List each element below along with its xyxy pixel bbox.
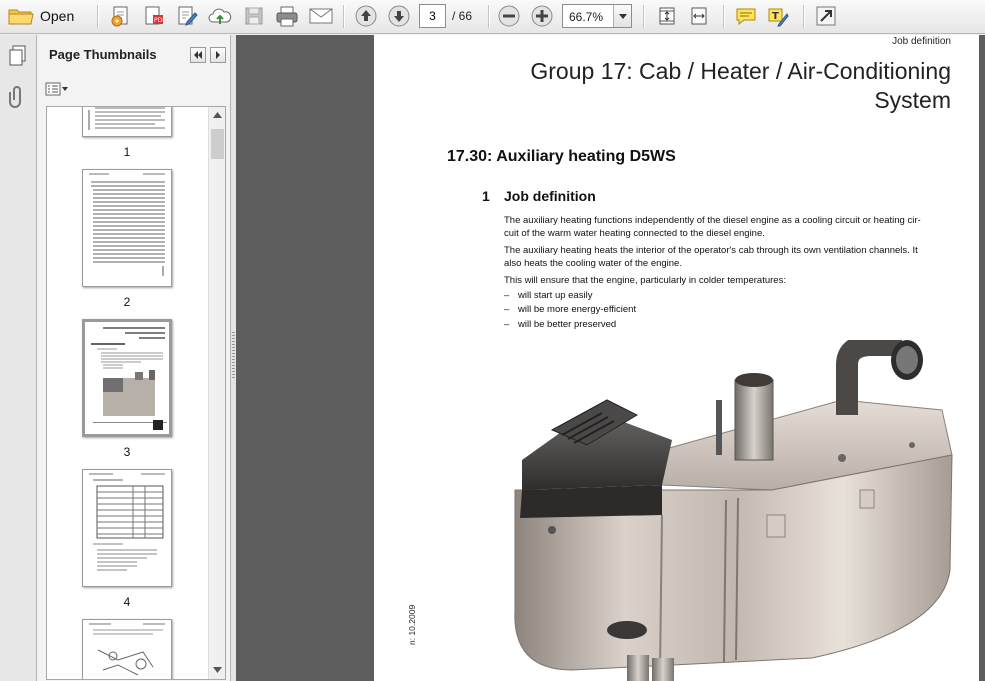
page-number-input[interactable]	[419, 4, 446, 28]
edit-document-icon	[176, 5, 198, 27]
zoom-in-button[interactable]	[529, 4, 555, 28]
expand-panel-button[interactable]	[210, 47, 226, 63]
previous-page-button[interactable]	[353, 4, 379, 28]
thumbnail-page-5[interactable]	[82, 619, 172, 679]
cloud-upload-icon	[208, 5, 232, 27]
fit-page-icon	[656, 5, 678, 27]
page-thumbnails-icon[interactable]	[8, 45, 28, 72]
thumbnail-number: 4	[123, 595, 131, 609]
arrow-down-icon	[388, 5, 410, 27]
envelope-icon	[309, 7, 333, 25]
next-page-button[interactable]	[386, 4, 412, 28]
speech-bubble-icon	[735, 6, 757, 26]
save-icon	[244, 6, 264, 26]
create-pdf-button[interactable]	[108, 4, 134, 28]
paragraph-line: The auxiliary heating heats the interior…	[504, 245, 918, 256]
section-title: 17.30: Auxiliary heating D5WS	[447, 148, 676, 165]
export-pdf-button[interactable]: PDF	[141, 4, 167, 28]
highlight-button[interactable]: T	[765, 4, 791, 28]
document-viewer[interactable]: Job definition Group 17: Cab / Heater / …	[236, 35, 985, 681]
scroll-thumb[interactable]	[211, 129, 224, 159]
arrow-up-icon	[355, 5, 377, 27]
pdf-export-icon: PDF	[143, 5, 165, 27]
open-button[interactable]: Open	[8, 4, 86, 28]
svg-text:T: T	[772, 11, 779, 22]
paragraph-2: The auxiliary heating heats the interior…	[504, 245, 954, 270]
thumbnail-page-2[interactable]	[82, 169, 172, 287]
list-options-icon	[45, 82, 69, 101]
thumbnail-scrollbar[interactable]	[208, 107, 225, 679]
double-chevron-left-icon	[193, 46, 203, 64]
zoom-out-button[interactable]	[496, 4, 522, 28]
thumbnail-page-3[interactable]	[82, 319, 172, 437]
scroll-up-icon[interactable]	[209, 107, 225, 123]
thumbnail-page-1[interactable]	[82, 107, 172, 137]
fit-page-button[interactable]	[654, 4, 680, 28]
group-title-line2: System	[874, 87, 951, 113]
email-button[interactable]	[307, 4, 335, 28]
comment-button[interactable]	[733, 4, 759, 28]
thumbnail-number: 2	[123, 295, 131, 309]
group-title-line1: Group 17: Cab / Heater / Air-Conditionin…	[530, 58, 951, 84]
bullet-item: – will be better preserved	[504, 319, 617, 330]
main-toolbar: Open PDF / 66 66.7%	[0, 0, 985, 34]
svg-text:PDF: PDF	[154, 17, 165, 24]
panel-title: Page Thumbnails	[49, 47, 157, 62]
thumbnail-page-4[interactable]	[82, 469, 172, 587]
folder-icon	[8, 6, 34, 26]
plus-circle-icon	[531, 5, 553, 27]
paragraph-line: The auxiliary heating functions independ…	[504, 215, 921, 226]
chevron-right-icon	[215, 46, 221, 64]
paperclip-icon[interactable]	[9, 85, 27, 114]
zoom-select[interactable]: 66.7%	[562, 4, 632, 28]
heater-device-image	[512, 334, 957, 681]
bullet-item: – will start up easily	[504, 290, 593, 301]
chevron-down-icon[interactable]	[613, 5, 631, 27]
expand-view-button[interactable]	[813, 4, 839, 28]
subsection-title: Job definition	[504, 188, 596, 204]
upload-button[interactable]	[207, 4, 233, 28]
thumbnail-number: 3	[123, 445, 131, 459]
revision-note: n: 10.2009	[407, 604, 417, 645]
fit-width-icon	[688, 5, 710, 27]
zoom-value: 66.7%	[569, 10, 604, 24]
minus-circle-icon	[498, 5, 520, 27]
pdf-page: Job definition Group 17: Cab / Heater / …	[374, 35, 979, 681]
create-pdf-icon	[110, 5, 132, 27]
page-total-label: / 66	[452, 9, 473, 23]
paragraph-3: This will ensure that the engine, partic…	[504, 275, 786, 286]
group-title: Group 17: Cab / Heater / Air-Conditionin…	[471, 57, 951, 115]
thumbnail-list: 1 2 3 4	[46, 106, 226, 680]
subsection-number: 1	[482, 188, 490, 204]
running-header: Job definition	[892, 36, 951, 47]
expand-arrow-icon	[815, 5, 837, 27]
printer-icon	[275, 5, 299, 27]
paragraph-1: The auxiliary heating functions independ…	[504, 215, 954, 240]
navigation-rail	[0, 35, 37, 681]
print-button[interactable]	[273, 4, 301, 28]
scroll-down-icon[interactable]	[209, 662, 225, 678]
open-label: Open	[40, 8, 75, 24]
edit-pdf-button[interactable]	[174, 4, 200, 28]
collapse-panel-button[interactable]	[190, 47, 206, 63]
thumbnail-options-button[interactable]	[45, 81, 73, 101]
save-button[interactable]	[241, 4, 267, 28]
bullet-item: – will be more energy-efficient	[504, 304, 637, 315]
fit-width-button[interactable]	[686, 4, 712, 28]
paragraph-line: cuit of the warm water heating connected…	[504, 227, 765, 239]
thumbnails-panel: Page Thumbnails 1 2 3 4	[38, 35, 230, 681]
thumbnail-number: 1	[123, 145, 131, 159]
highlight-text-icon: T	[767, 5, 789, 27]
paragraph-line: also heats the cooling water of the engi…	[504, 257, 682, 269]
